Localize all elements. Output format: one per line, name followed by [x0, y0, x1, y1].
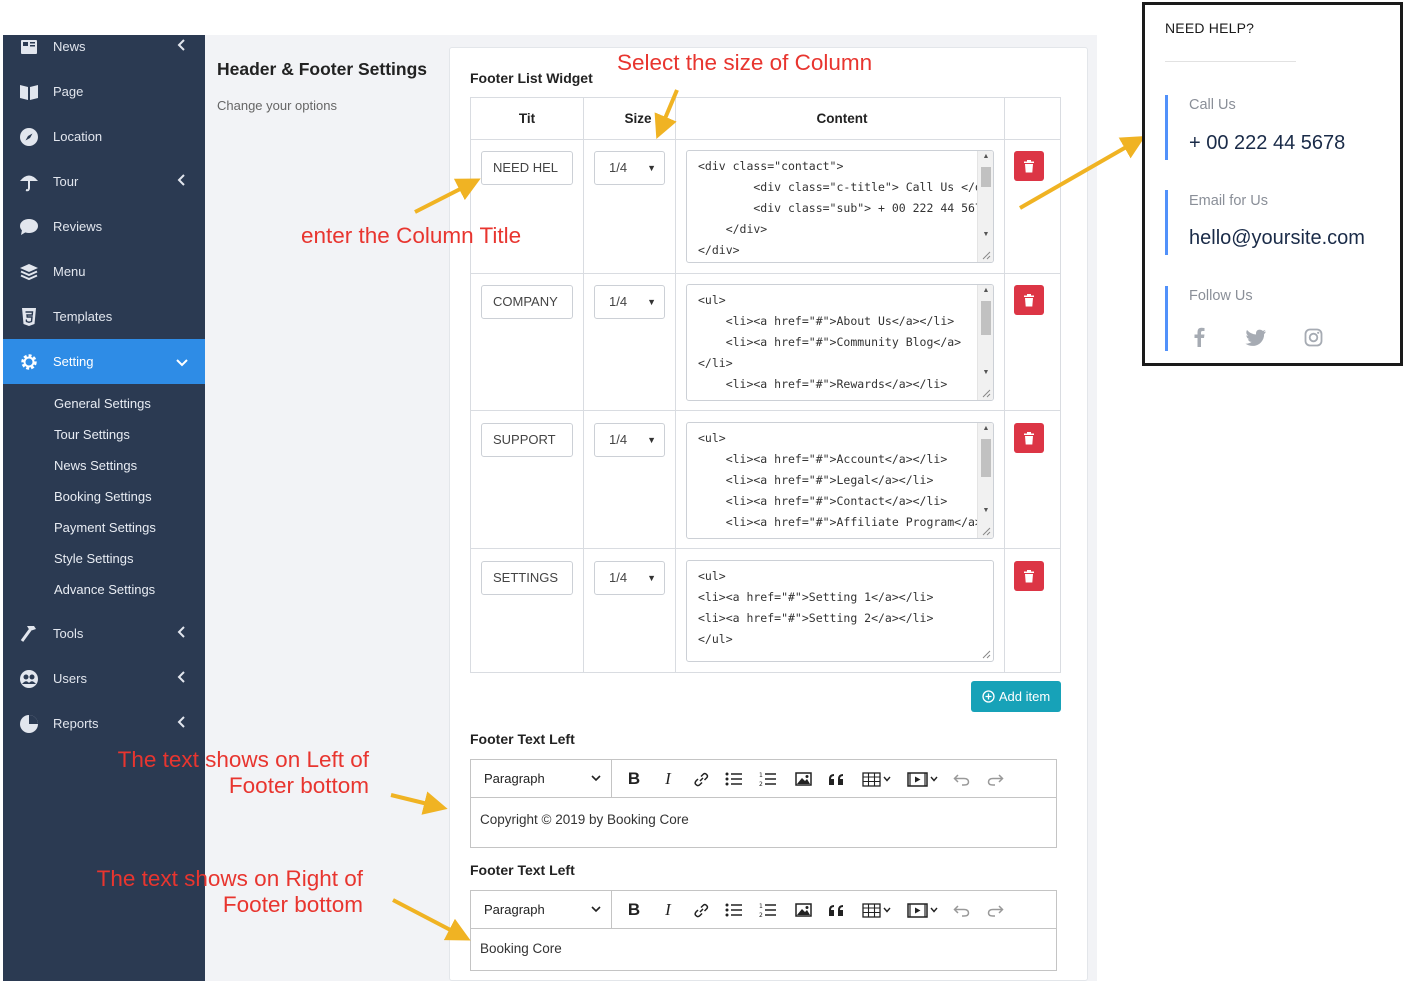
preview-accent-bar: [1165, 95, 1168, 160]
preview-follow-label: Follow Us: [1189, 288, 1253, 304]
preview-divider: [1165, 61, 1296, 62]
instagram-icon[interactable]: [1304, 328, 1323, 347]
preview-accent-bar: [1165, 190, 1168, 255]
arrow-to-size: [654, 89, 679, 140]
twitter-icon[interactable]: [1245, 329, 1267, 347]
arrow-to-title: [414, 178, 481, 214]
arrow-to-preview: [1019, 136, 1146, 210]
preview-title: NEED HELP?: [1165, 20, 1255, 36]
arrow-to-left-text: [390, 791, 448, 815]
preview-call-value: + 00 222 44 5678: [1189, 132, 1346, 154]
preview-accent-bar: [1165, 286, 1168, 351]
facebook-icon[interactable]: [1193, 327, 1205, 347]
preview-email-value: hello@yoursite.com: [1189, 227, 1365, 249]
footer-preview: NEED HELP? Call Us + 00 222 44 5678 Emai…: [1142, 2, 1403, 366]
preview-email-label: Email for Us: [1189, 193, 1268, 209]
arrow-to-right-text: [392, 898, 471, 941]
preview-call-label: Call Us: [1189, 97, 1236, 113]
